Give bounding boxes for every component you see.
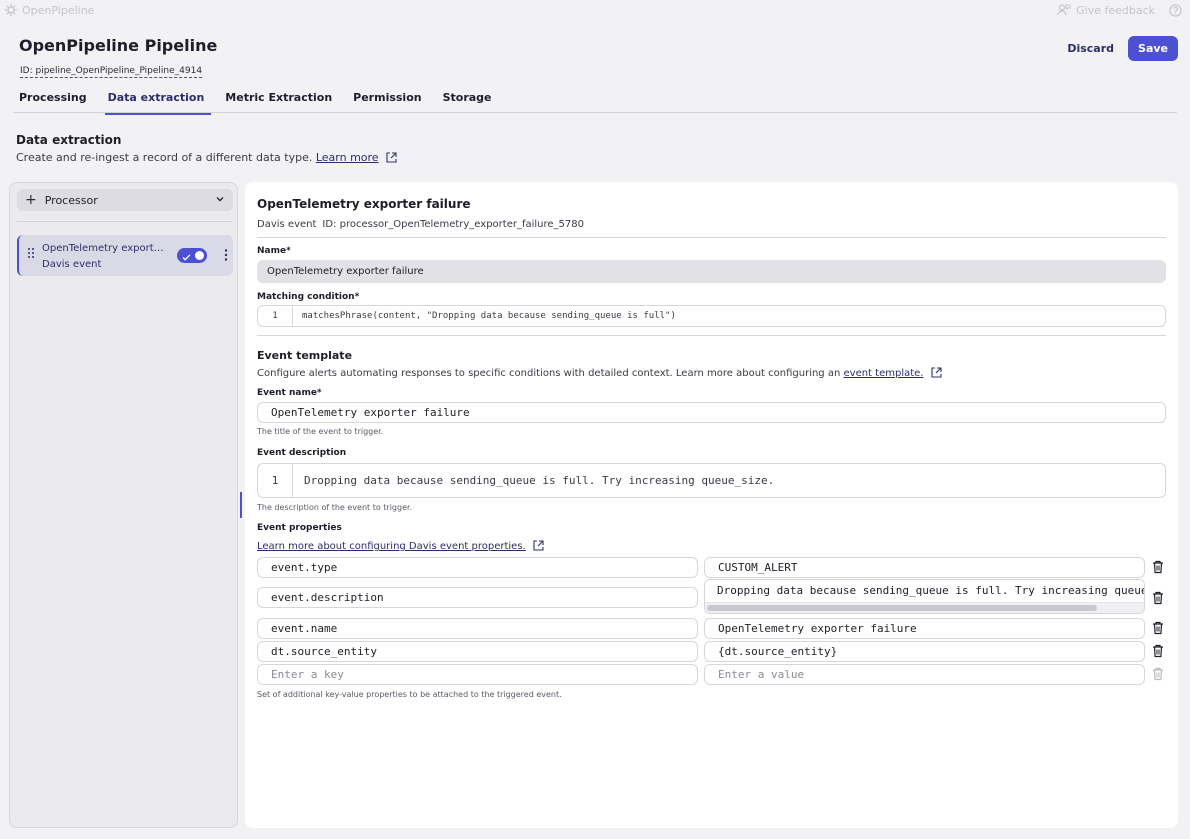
line-number: 1 [258,306,293,326]
event-properties-label: Event properties [257,523,342,533]
trash-icon[interactable] [1152,621,1164,638]
processor-item[interactable]: OpenTelemetry exporter failure Davis eve… [17,235,233,276]
event-name-label: Event name* [257,388,322,398]
toggle-knob [195,251,204,260]
tab-divider [13,112,1177,113]
scrollbar-thumb[interactable] [707,605,1097,611]
page-title: OpenPipeline Pipeline [19,36,218,55]
tab-storage[interactable]: Storage [443,91,492,104]
add-processor-dropdown[interactable]: + Processor [17,189,233,211]
save-button[interactable]: Save [1128,36,1178,61]
trash-icon[interactable] [1152,560,1164,577]
processor-type-label: Davis event [257,219,317,230]
matching-condition-editor[interactable]: 1 matchesPhrase(content, "Dropping data … [257,305,1166,327]
new-property-row: Enter a key Enter a value [257,664,1187,685]
panel-divider [17,221,232,222]
app-brand: OpenPipeline [4,3,94,17]
top-bar: OpenPipeline Give feedback [0,0,1190,20]
tab-processing[interactable]: Processing [19,91,87,104]
property-key-field[interactable]: dt.source_entity [257,641,698,662]
event-description-code: Dropping data because sending_queue is f… [304,474,775,487]
event-description-hint: The description of the event to trigger. [257,503,413,512]
app-name: OpenPipeline [22,3,95,17]
property-value-text: Dropping data because sending_queue is f… [717,584,1145,597]
divider [257,335,1166,336]
learn-more-link[interactable]: Learn more [316,151,379,164]
property-key-field[interactable]: event.description [257,587,698,608]
horizontal-scrollbar[interactable] [705,602,1144,613]
pipeline-id[interactable]: ID: pipeline_OpenPipeline_Pipeline_4914 [20,66,203,78]
section-description: Create and re-ingest a record of a diffe… [16,151,397,166]
tab-permission[interactable]: Permission [353,91,421,104]
event-template-description: Configure alerts automating responses to… [257,367,942,381]
property-key-field[interactable]: event.name [257,618,698,639]
chevron-down-icon [215,194,225,207]
name-field[interactable]: OpenTelemetry exporter failure [257,260,1166,283]
event-template-description-text: Configure alerts automating responses to… [257,368,841,379]
trash-icon[interactable] [1152,591,1164,608]
new-property-value-input[interactable]: Enter a value [704,664,1145,685]
tab-metric-extraction[interactable]: Metric Extraction [225,91,332,104]
trash-icon [1152,667,1164,684]
give-feedback-button[interactable]: Give feedback [1057,3,1155,17]
plus-icon: + [25,192,37,208]
help-icon[interactable] [1169,3,1182,17]
event-description-label: Event description [257,448,347,458]
resize-handle[interactable] [240,492,242,518]
trash-icon[interactable] [1152,644,1164,661]
add-processor-label: Processor [44,193,98,207]
check-icon [182,251,191,265]
new-property-key-input[interactable]: Enter a key [257,664,698,685]
event-template-title: Event template [257,349,353,362]
property-value-field[interactable]: OpenTelemetry exporter failure [704,618,1145,639]
header-actions: Discard Save [1067,36,1178,61]
tab-data-extraction[interactable]: Data extraction [104,91,211,115]
drag-handle-icon[interactable] [27,247,35,262]
processor-name: OpenTelemetry exporter failure [42,243,167,254]
line-number: 1 [258,464,293,497]
event-properties-hint: Set of additional key-value properties t… [257,690,562,699]
property-key-field[interactable]: event.type [257,557,698,578]
feedback-label: Give feedback [1076,3,1155,17]
section-header: Data extraction Create and re-ingest a r… [16,133,397,166]
section-title: Data extraction [16,133,122,147]
event-property-row: event.type CUSTOM_ALERT [257,557,1187,578]
processor-id: ID: processor_OpenTelemetry_exporter_fai… [322,219,584,230]
tab-bar: Processing Data extraction Metric Extrac… [19,91,513,115]
discard-button[interactable]: Discard [1067,42,1114,55]
name-label: Name* [257,246,291,256]
processor-enabled-toggle[interactable] [177,248,207,263]
processor-detail-panel: OpenTelemetry exporter failure Davis eve… [245,182,1178,828]
section-description-text: Create and re-ingest a record of a diffe… [16,151,313,164]
event-description-editor[interactable]: 1 Dropping data because sending_queue is… [257,463,1166,498]
event-property-row: event.name OpenTelemetry exporter failur… [257,618,1187,639]
event-name-field[interactable]: OpenTelemetry exporter failure [257,402,1166,423]
divider [257,237,1166,238]
property-value-field[interactable]: CUSTOM_ALERT [704,557,1145,578]
openpipeline-logo-icon [4,3,18,17]
external-link-icon [386,152,397,166]
processor-subtitle: Davis event ID: processor_OpenTelemetry_e… [257,219,1166,230]
external-link-icon [931,367,942,381]
matching-condition-code: matchesPhrase(content, "Dropping data be… [302,311,676,321]
event-properties-link-row: Learn more about configuring Davis event… [257,540,544,554]
event-properties-link[interactable]: Learn more about configuring Davis event… [257,541,526,552]
event-property-row: dt.source_entity {dt.source_entity} [257,641,1187,662]
external-link-icon [533,540,544,554]
more-options-icon[interactable] [224,248,228,265]
processor-list-panel: + Processor OpenTelemetry exporter failu… [9,182,238,828]
event-template-link[interactable]: event template. [844,368,924,379]
processor-title: OpenTelemetry exporter failure [257,197,471,211]
pipeline-header: OpenPipeline Pipeline ID: pipeline_OpenP… [19,36,1178,78]
matching-condition-label: Matching condition* [257,292,360,302]
processor-type: Davis event [42,259,102,270]
event-name-hint: The title of the event to trigger. [257,427,384,436]
property-value-field-multiline[interactable]: Dropping data because sending_queue is f… [704,579,1145,614]
feedback-icon [1057,3,1071,17]
property-value-field[interactable]: {dt.source_entity} [704,641,1145,662]
